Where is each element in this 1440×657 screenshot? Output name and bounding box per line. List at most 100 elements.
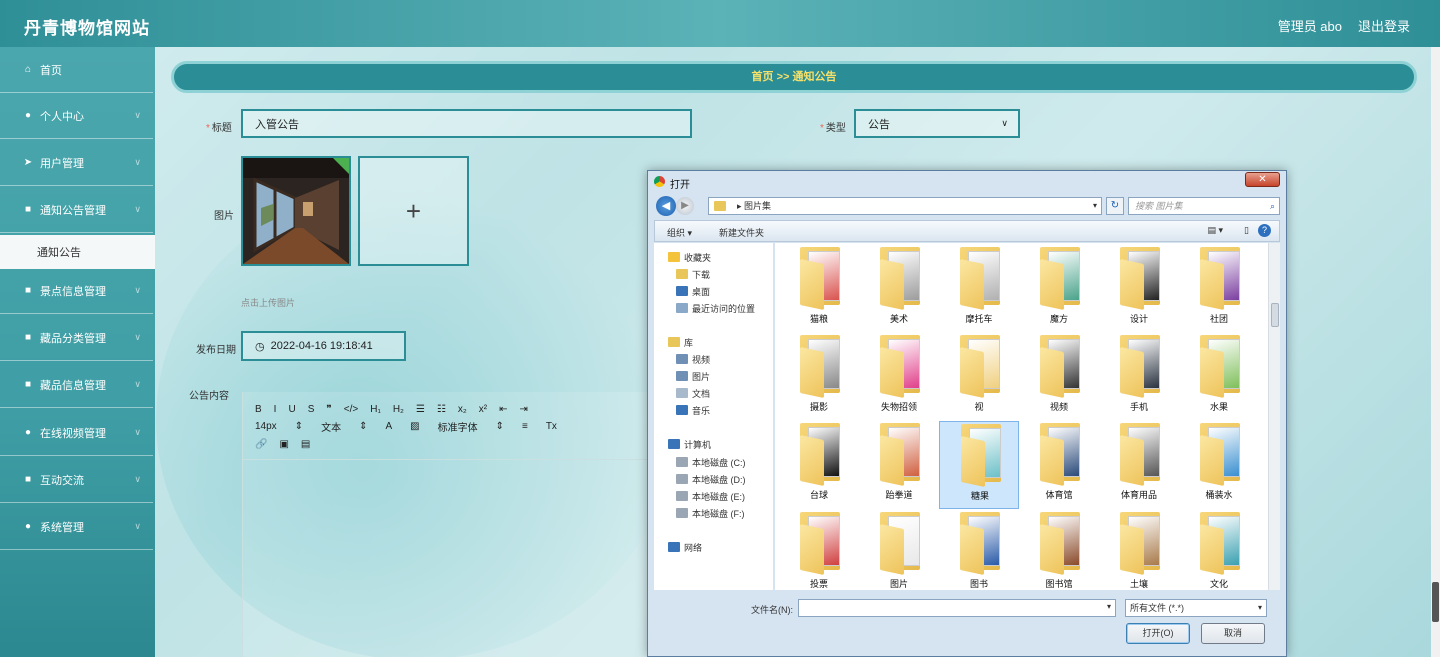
uploaded-image-thumbnail[interactable] [241, 156, 351, 266]
editor-tool-row3-2[interactable]: ▤ [301, 439, 310, 450]
logout-link[interactable]: 退出登录 [1358, 16, 1410, 35]
add-image-button[interactable]: + [358, 156, 469, 266]
sidebar-item-8[interactable]: ■ 互动交流 ∨ [0, 457, 153, 503]
folder-item[interactable]: 图书 [939, 510, 1019, 590]
folder-item[interactable]: 体育用品 [1099, 421, 1179, 509]
folder-item[interactable]: 社团 [1179, 245, 1259, 333]
dialog-close-button[interactable]: ✕ [1245, 172, 1280, 187]
folder-item[interactable]: 台球 [779, 421, 859, 509]
search-icon[interactable]: ⌕ [1270, 198, 1275, 214]
editor-tool-row2-2[interactable]: 文本 [321, 419, 341, 434]
editor-tool-row1-3[interactable]: S [308, 404, 315, 415]
tree-item-12[interactable]: 本地磁盘 (E:) [676, 488, 745, 504]
chevron-down-icon[interactable]: ▾ [1107, 602, 1111, 611]
folder-item[interactable]: 图书馆 [1019, 510, 1099, 590]
folder-item[interactable]: 摩托车 [939, 245, 1019, 333]
editor-tool-row1-1[interactable]: I [274, 404, 277, 415]
editor-tool-row1-0[interactable]: B [255, 404, 262, 415]
folder-item[interactable]: 投票 [779, 510, 859, 590]
editor-tool-row2-6[interactable]: 标准字体 [438, 419, 478, 434]
folder-item[interactable]: 水果 [1179, 333, 1259, 421]
editor-tool-row1-10[interactable]: x₂ [458, 404, 467, 415]
sidebar-item-7[interactable]: ● 在线视频管理 ∨ [0, 410, 153, 456]
forward-arrow-icon[interactable]: ▶ [676, 197, 694, 215]
tree-item-1[interactable]: 下载 [676, 266, 710, 282]
page-scrollbar[interactable] [1431, 47, 1440, 657]
folder-item[interactable]: 体育馆 [1019, 421, 1099, 509]
tree-item-10[interactable]: 本地磁盘 (C:) [676, 454, 746, 470]
filetype-select[interactable]: 所有文件 (*.*) ▾ [1125, 599, 1267, 617]
back-arrow-icon[interactable]: ◀ [656, 196, 676, 216]
editor-tool-row1-12[interactable]: ⇤ [499, 404, 507, 415]
editor-tool-row1-2[interactable]: U [288, 404, 295, 415]
folder-item[interactable]: 猫粮 [779, 245, 859, 333]
address-bar[interactable]: ▸ 图片集 ▾ [708, 197, 1102, 215]
tree-item-0[interactable]: 收藏夹 [668, 249, 711, 265]
tree-item-5[interactable]: 视频 [676, 351, 710, 367]
refresh-icon[interactable]: ↻ [1106, 197, 1124, 215]
folder-item[interactable]: 跆拳道 [859, 421, 939, 509]
help-icon[interactable]: ? [1258, 224, 1271, 237]
editor-tool-row2-1[interactable]: ⇕ [295, 421, 303, 432]
folder-item[interactable]: 桶装水 [1179, 421, 1259, 509]
editor-tool-row2-5[interactable]: ▨ [410, 421, 419, 432]
folder-item[interactable]: 失物招领 [859, 333, 939, 421]
folder-item[interactable]: 手机 [1099, 333, 1179, 421]
sidebar-item-0[interactable]: ⌂ 首页 [0, 47, 153, 93]
editor-tool-row1-5[interactable]: </> [344, 404, 358, 415]
editor-tool-row1-13[interactable]: ⇥ [520, 404, 528, 415]
tree-item-4[interactable]: 库 [668, 334, 693, 350]
rich-text-editor[interactable]: B I U S ❞ </> H₁ H₂ ☰ ☷ x₂ x² ⇤ ⇥ 14px ⇕ 文本 ⇕ A ▨ 标准字体 ⇕ ≡ Tx … [242, 392, 653, 657]
new-folder-button[interactable]: 新建文件夹 [719, 226, 764, 239]
title-input[interactable]: 入管公告 [241, 109, 692, 138]
editor-tool-row2-0[interactable]: 14px [255, 421, 277, 432]
sidebar-item-2[interactable]: ➤ 用户管理 ∨ [0, 140, 153, 186]
date-picker[interactable]: ◷ 2022-04-16 19:18:41 [241, 331, 406, 361]
editor-tool-row2-3[interactable]: ⇕ [359, 421, 367, 432]
folder-item[interactable]: 图片 [859, 510, 939, 590]
editor-tool-row3-0[interactable]: 🔗 [255, 439, 267, 450]
tree-item-9[interactable]: 计算机 [668, 436, 711, 452]
folder-item[interactable]: 美术 [859, 245, 939, 333]
tree-item-7[interactable]: 文档 [676, 385, 710, 401]
page-scrollbar-thumb[interactable] [1432, 582, 1439, 622]
folder-item[interactable]: 摄影 [779, 333, 859, 421]
sidebar-item-3[interactable]: ■ 通知公告管理 ∨ [0, 187, 153, 233]
filename-input[interactable]: ▾ [798, 599, 1116, 617]
file-list-scrollbar[interactable] [1268, 243, 1280, 590]
sidebar-item-9[interactable]: ● 系统管理 ∨ [0, 504, 153, 550]
sidebar-item-1[interactable]: ● 个人中心 ∨ [0, 93, 153, 139]
tree-item-8[interactable]: 音乐 [676, 402, 710, 418]
editor-tool-row1-4[interactable]: ❞ [326, 404, 331, 415]
folder-item[interactable]: 文化 [1179, 510, 1259, 590]
tree-item-11[interactable]: 本地磁盘 (D:) [676, 471, 746, 487]
folder-item[interactable]: 魔方 [1019, 245, 1099, 333]
editor-tool-row1-7[interactable]: H₂ [393, 404, 404, 415]
chevron-down-icon[interactable]: ▾ [1093, 198, 1097, 214]
sidebar-item-5[interactable]: ■ 藏品分类管理 ∨ [0, 315, 153, 361]
tree-item-6[interactable]: 图片 [676, 368, 710, 384]
tree-item-3[interactable]: 最近访问的位置 [676, 300, 755, 316]
editor-tool-row1-11[interactable]: x² [479, 404, 487, 415]
preview-pane-icon[interactable]: ▯ [1244, 225, 1249, 236]
view-menu-icon[interactable]: ▤ ▾ [1207, 225, 1223, 236]
editor-tool-row2-9[interactable]: Tx [546, 421, 557, 432]
open-button[interactable]: 打开(O) [1126, 623, 1190, 644]
sidebar-item-4[interactable]: ■ 景点信息管理 ∨ [0, 268, 153, 314]
tree-item-13[interactable]: 本地磁盘 (F:) [676, 505, 745, 521]
sidebar-item-6[interactable]: ■ 藏品信息管理 ∨ [0, 362, 153, 408]
editor-tool-row2-8[interactable]: ≡ [522, 421, 528, 432]
editor-tool-row2-7[interactable]: ⇕ [496, 421, 504, 432]
editor-tool-row3-1[interactable]: ▣ [279, 439, 288, 450]
editor-tool-row1-8[interactable]: ☰ [416, 404, 425, 415]
editor-tool-row2-4[interactable]: A [385, 421, 392, 432]
folder-item[interactable]: 视 [939, 333, 1019, 421]
folder-item[interactable]: 视频 [1019, 333, 1099, 421]
cancel-button[interactable]: 取消 [1201, 623, 1265, 644]
editor-tool-row1-9[interactable]: ☷ [437, 404, 446, 415]
type-select[interactable]: 公告 ∨ [854, 109, 1020, 138]
folder-item[interactable]: 糖果 [939, 421, 1019, 509]
sidebar-subitem-notice[interactable]: 通知公告 [0, 235, 155, 269]
tree-item-2[interactable]: 桌面 [676, 283, 710, 299]
editor-tool-row1-6[interactable]: H₁ [370, 404, 381, 415]
